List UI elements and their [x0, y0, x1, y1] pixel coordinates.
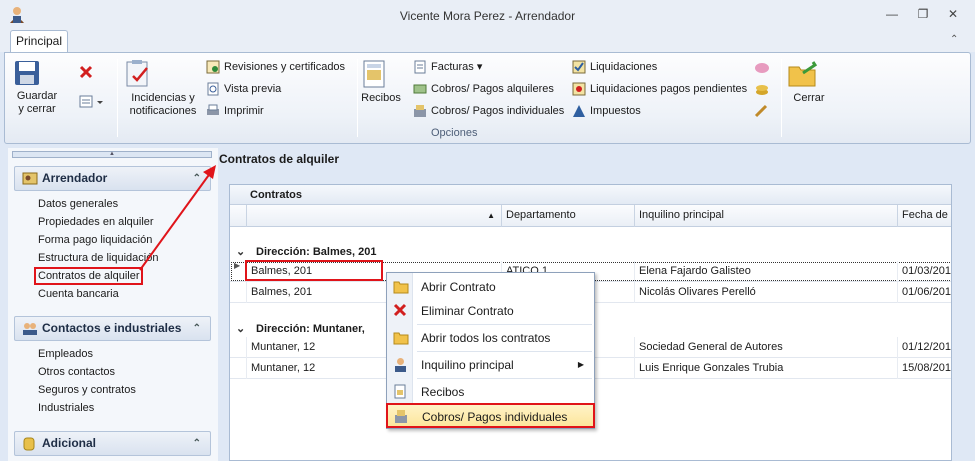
annotation-arrow	[139, 165, 216, 271]
